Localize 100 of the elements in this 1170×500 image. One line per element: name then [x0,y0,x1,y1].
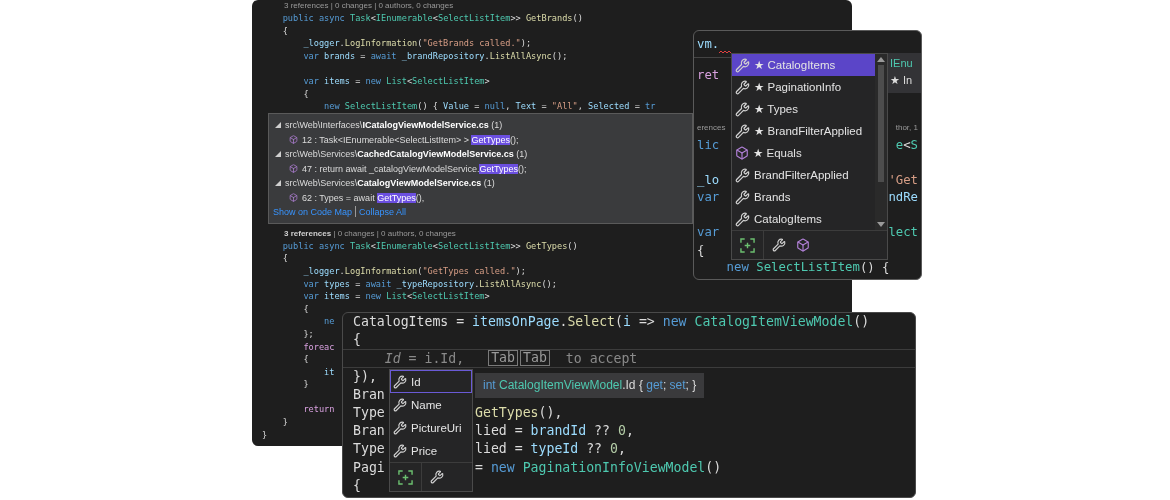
code-line: _logger.LogInformation("GetBrands called."); [302,37,532,50]
code-fragment: var [697,190,720,205]
scroll-up-icon[interactable] [877,57,885,62]
code-line: var types = await _typeRepository.ListAllAsync(); [302,277,557,291]
code-line: { [302,87,309,101]
codelens-text: erences [697,122,726,132]
code-line: { [353,331,361,350]
completion-item[interactable]: ★ BrandFilterApplied [732,120,875,142]
expand-filter-icon[interactable] [740,237,755,253]
code-fragment: Bran [353,385,385,404]
wrench-icon [393,374,407,389]
suggestion-text: Id = i.Id, [384,350,465,366]
wrench-icon [735,167,750,183]
expander-icon[interactable] [275,180,281,186]
cube-icon [289,164,298,173]
code-line: }; [302,327,314,341]
code-fragment: lied = brandId ?? 0, [475,422,634,441]
code-fragment: e<S [895,137,918,152]
code-line: }), [353,367,377,386]
code-fragment: Type [353,403,385,422]
code-fragment: 'Get [888,172,918,187]
completion-item[interactable]: BrandFilterApplied [732,164,875,186]
code-line: { [302,353,309,366]
completion-item[interactable]: Id [390,370,472,393]
code-fragment: lied = typeId ?? 0, [475,440,626,459]
code-line: var items = new List<SelectListItem> [302,290,490,303]
wrench-icon [772,238,786,252]
code-line: vm. [697,37,720,51]
code-line: public async Task<IEnumerable<SelectListItem>> GetBrands() [281,12,583,25]
wrench-icon [430,470,444,484]
code-line: var items = new List<SelectListItem> [302,74,490,88]
code-line: } [281,416,288,429]
code-fragment: ret [697,67,720,82]
file-path[interactable]: src\Web\Services\CachedCatalogViewModelService.cs (1) [285,149,528,159]
code-line: } [302,378,309,391]
wrench-icon [735,79,750,95]
expander-icon[interactable] [275,151,281,157]
wrench-icon [393,397,407,412]
codelens-text[interactable]: 3 references | 0 changes | 0 authors, 0 changes [284,227,456,240]
completion-item[interactable]: Brands [732,186,875,208]
code-line: ne [323,315,335,328]
completion-item[interactable]: Name [390,393,472,416]
code-fragment: var [697,225,720,240]
code-line: foreac [302,340,335,354]
tooltip-text: IEnu [890,57,914,69]
code-line: } [262,428,268,442]
code-fragment: ndRe [888,190,918,205]
completion-item[interactable]: PictureUri [390,416,472,439]
scroll-down-icon[interactable] [877,222,885,227]
cube-icon [735,146,749,160]
code-fragment: Type [353,440,385,459]
code-line: return [302,403,335,417]
completion-item[interactable]: ★ Types [732,98,875,120]
code-fragment: new SelectListItem() { [725,260,890,275]
popup-link[interactable]: Show on Code Map [273,206,353,217]
code-fragment: _lo [697,172,720,187]
code-fragment: = new PaginationInfoViewModel() [475,458,722,477]
wrench-icon [735,57,750,73]
completion-item[interactable]: ★ Equals [732,142,875,164]
wrench-icon [735,211,750,227]
code-line: CatalogItems = itemsOnPage.Select(i => new CatalogItemViewModel() [353,313,870,331]
wrench-icon [735,123,750,139]
popup-link[interactable]: Collapse All [359,206,407,217]
key-hint: Tab [520,350,550,367]
wrench-icon [393,443,407,458]
expand-filter-icon[interactable] [398,469,413,485]
code-line: it [323,365,335,379]
codelens-text: thor, 1 [895,122,918,132]
code-line: public async Task<IEnumerable<SelectListItem>> GetTypes() [281,239,578,253]
code-fragment: GetTypes(), [475,403,563,422]
tooltip-text: ★ In [890,74,914,87]
code-line: { [302,302,309,316]
accept-hint: to accept [565,350,638,366]
completion-item[interactable]: ★ PaginationInfo [732,76,875,98]
file-path[interactable]: src\Web\Interfaces\ICatalogViewModelService.cs (1) [285,120,503,130]
cube-icon [289,135,298,144]
tooltip: int CatalogItemViewModel.Id { get; set; } [475,373,705,398]
codelens-text[interactable]: 3 references | 0 changes | 0 authors, 0 changes [284,0,454,12]
scrollbar[interactable] [875,54,887,230]
expander-icon[interactable] [275,122,281,128]
file-path[interactable]: src\Web\Services\CatalogViewModelService.cs (1) [285,178,495,188]
wrench-icon [735,189,750,205]
completion-item[interactable]: Price [390,439,472,462]
code-line: { [353,476,361,495]
cube-icon [796,238,810,252]
wrench-icon [735,101,750,117]
completion-item[interactable]: ★ CatalogItems [732,54,875,76]
error-squiggle-icon [719,50,731,54]
code-line: { [281,24,288,38]
code-fragment: Bran [353,422,385,441]
code-line: var brands = await _brandRepository.ListAllAsync(); [302,49,568,63]
completion-item[interactable]: CatalogItems [732,208,875,230]
key-hint: Tab [488,350,518,367]
code-fragment: lect [888,225,918,240]
code-line: new SelectListItem() { Value = null, Text = "All", Selected = tr [323,100,656,113]
wrench-icon [393,420,407,435]
cube-icon [289,193,298,202]
code-line: _logger.LogInformation("GetTypes called."); [302,264,526,278]
code-fragment: lic [697,137,720,152]
code-line: { [281,252,288,265]
